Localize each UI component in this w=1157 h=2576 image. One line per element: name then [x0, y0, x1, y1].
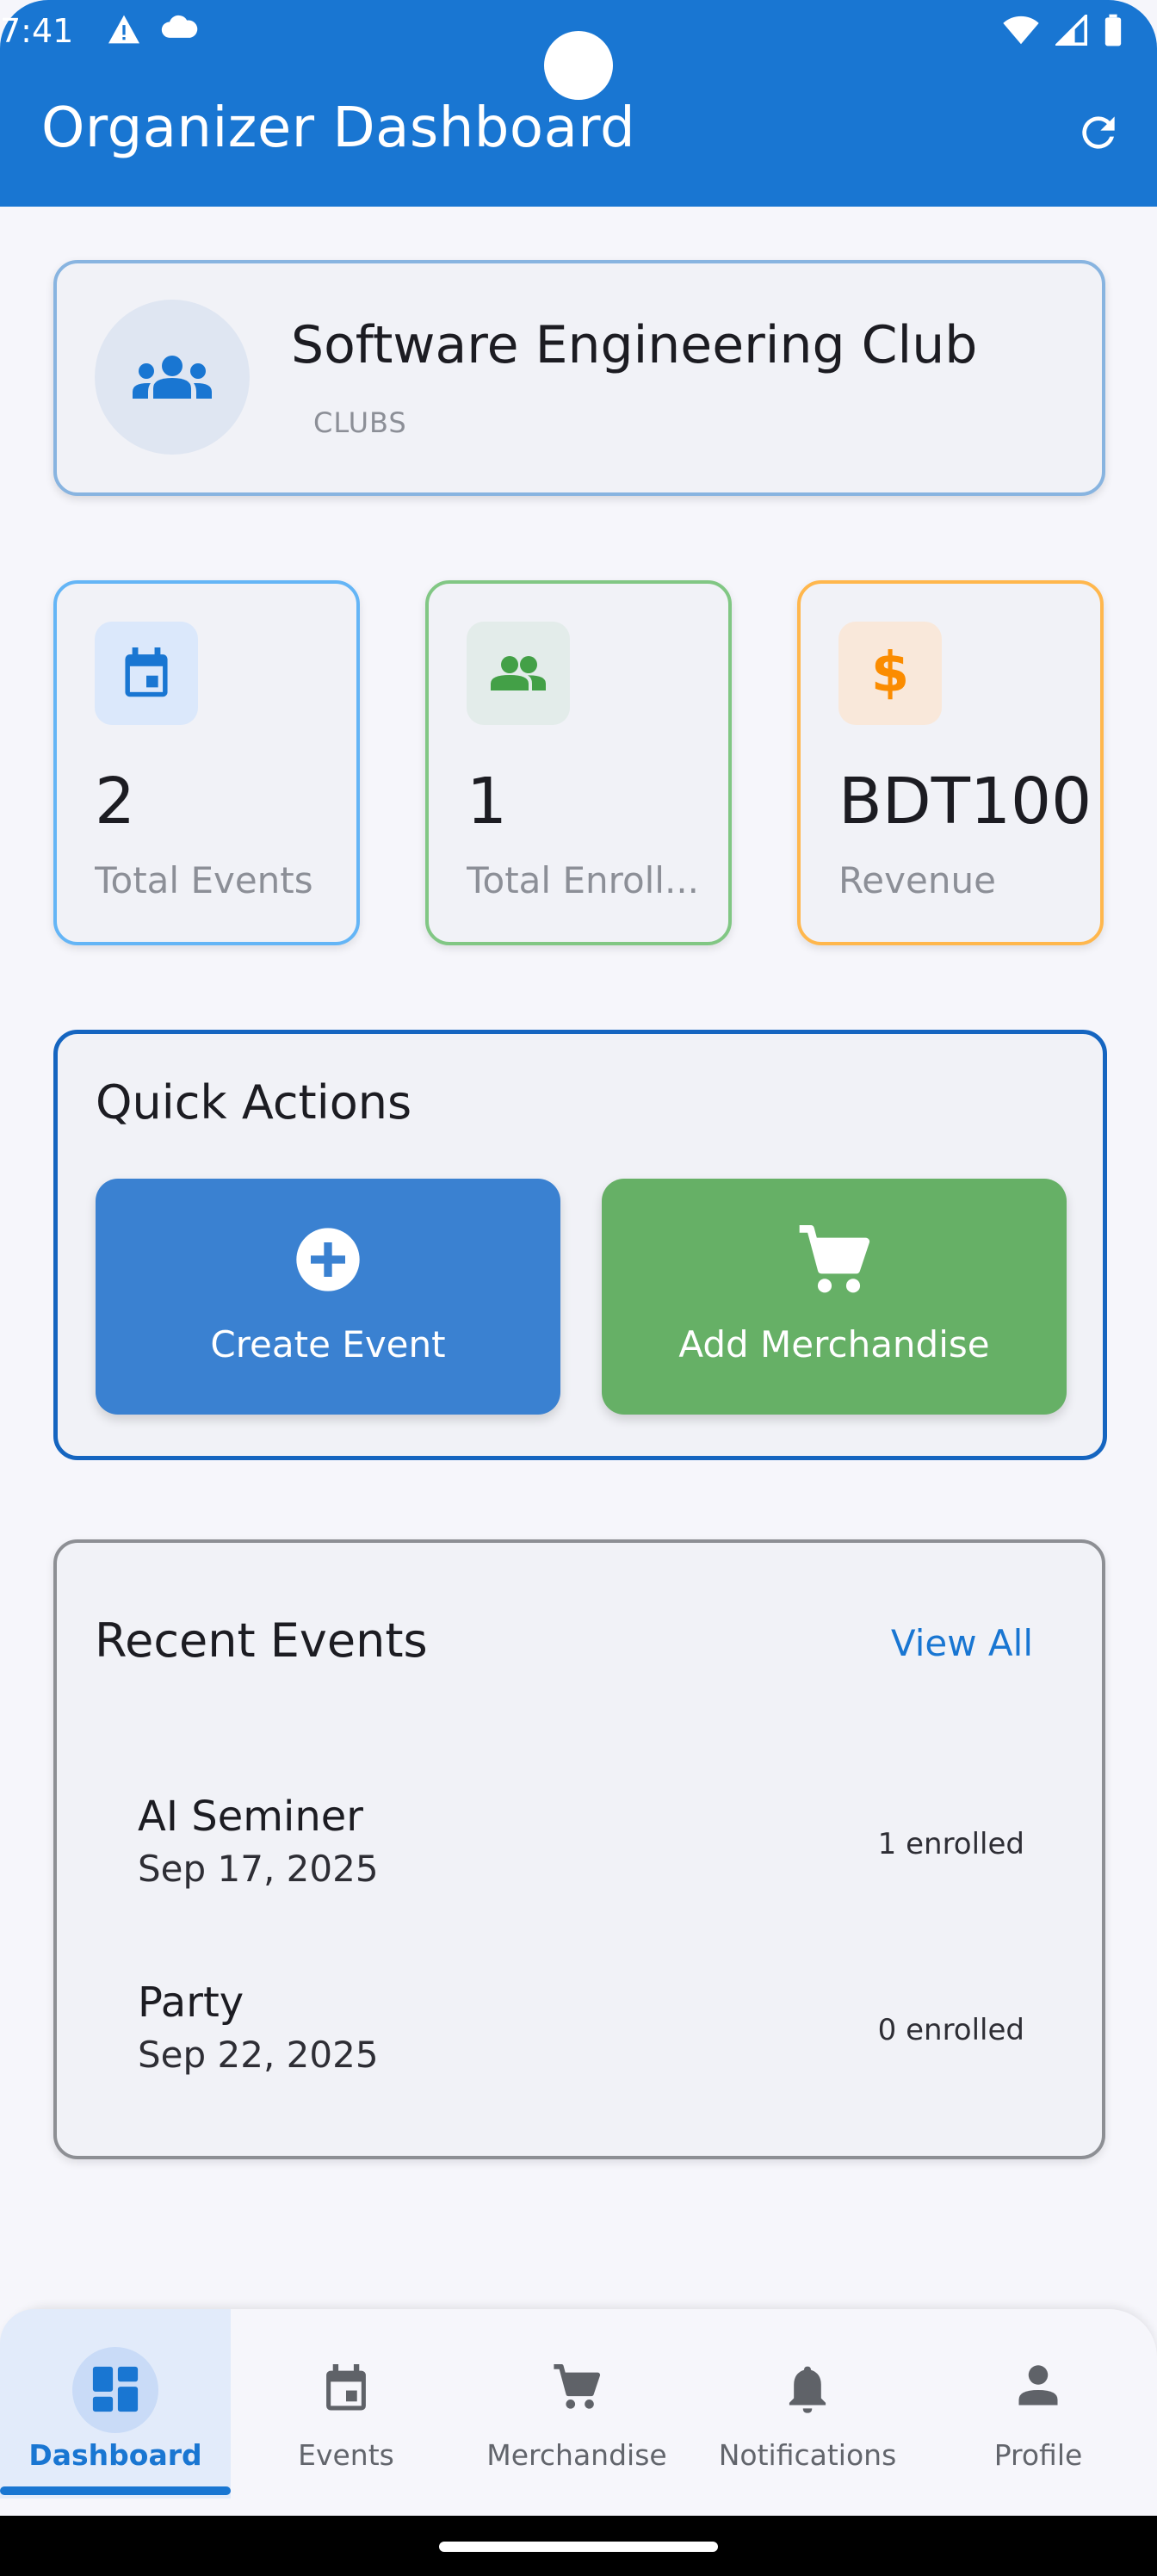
- people-icon: [491, 656, 546, 690]
- nav-icon-wrap: [461, 2364, 692, 2411]
- nav-label: Notifications: [718, 2438, 897, 2472]
- gesture-handle[interactable]: [439, 2542, 718, 2552]
- nav-item-events[interactable]: Events: [231, 2309, 461, 2499]
- dollar-icon: $: [870, 641, 910, 705]
- recent-events-title: Recent Events: [95, 1613, 428, 1668]
- stat-card-revenue: $ BDT100 Revenue: [797, 580, 1104, 945]
- qa-icon-wrap: [602, 1225, 1067, 1296]
- cloud-icon: [161, 15, 198, 38]
- status-time: 7:41: [0, 12, 74, 50]
- event-name: Party: [138, 1978, 244, 2027]
- recent-events-card: Recent Events View All AI Seminer Sep 17…: [53, 1539, 1105, 2159]
- nav-icon-wrap: [231, 2364, 461, 2412]
- view-all-link[interactable]: View All: [891, 1622, 1033, 1664]
- nav-active-underline: [0, 2486, 231, 2495]
- refresh-button[interactable]: [1071, 105, 1126, 160]
- cart-icon: [799, 1225, 870, 1293]
- stat-card-total-enrollments: 1 Total Enroll...: [425, 580, 732, 945]
- app-bar: 7:41 Organizer Dashboard: [0, 0, 1157, 207]
- battery-icon: [1104, 14, 1122, 46]
- dashboard-icon: [92, 2366, 139, 2412]
- groups-icon: [133, 356, 212, 399]
- event-name: AI Seminer: [138, 1793, 364, 1841]
- event-row[interactable]: Party Sep 22, 2025 0 enrolled: [138, 1978, 1059, 2090]
- nav-label: Events: [298, 2438, 394, 2472]
- stat-card-total-events: 2 Total Events: [53, 580, 360, 945]
- nav-item-profile[interactable]: Profile: [923, 2309, 1154, 2499]
- event-enrolled-count: 0 enrolled: [877, 2013, 1024, 2047]
- create-event-button[interactable]: Create Event: [96, 1179, 560, 1415]
- qa-icon-wrap: [96, 1225, 560, 1294]
- stat-label: Revenue: [838, 859, 996, 901]
- nav-label: Profile: [993, 2438, 1083, 2472]
- stat-value: 1: [467, 765, 508, 839]
- calendar-icon: [125, 647, 168, 697]
- stat-value: BDT100: [838, 765, 1092, 839]
- stat-icon-box: [95, 622, 198, 725]
- create-event-label: Create Event: [210, 1323, 446, 1365]
- add-circle-icon: [296, 1228, 360, 1291]
- bell-icon: [789, 2366, 826, 2413]
- stat-label: Total Events: [95, 859, 313, 901]
- stat-icon-box: [467, 622, 570, 725]
- status-left-icons: [107, 14, 198, 45]
- event-row[interactable]: AI Seminer Sep 17, 2025 1 enrolled: [138, 1793, 1059, 1904]
- cart-icon: [554, 2364, 601, 2409]
- quick-actions-card: Quick Actions Create Event Add Merchandi…: [53, 1030, 1107, 1460]
- nav-label: Merchandise: [486, 2438, 667, 2472]
- club-avatar: [95, 300, 250, 455]
- wifi-icon: [1003, 15, 1039, 45]
- club-category: CLUBS: [313, 406, 407, 439]
- stat-label: Total Enroll...: [467, 859, 700, 901]
- club-name: Software Engineering Club: [291, 315, 978, 375]
- nav-icon-wrap: [0, 2364, 231, 2414]
- nav-item-notifications[interactable]: Notifications: [692, 2309, 923, 2499]
- status-right-icons: [1002, 14, 1123, 46]
- stat-value: 2: [95, 765, 136, 839]
- add-merchandise-label: Add Merchandise: [678, 1323, 990, 1365]
- club-card: Software Engineering Club CLUBS: [53, 260, 1105, 496]
- nav-item-dashboard[interactable]: Dashboard: [0, 2309, 231, 2499]
- refresh-icon: [1082, 116, 1115, 149]
- quick-actions-title: Quick Actions: [96, 1075, 412, 1130]
- warning-icon: [108, 15, 139, 44]
- nav-item-merchandise[interactable]: Merchandise: [461, 2309, 692, 2499]
- nav-icon-wrap: [692, 2364, 923, 2414]
- bottom-navigation: Dashboard Events Merchandise Notificatio…: [0, 2309, 1157, 2516]
- event-enrolled-count: 1 enrolled: [877, 1827, 1024, 1861]
- nav-icon-wrap: [923, 2364, 1154, 2407]
- signal-icon: [1055, 15, 1087, 46]
- event-date: Sep 17, 2025: [138, 1848, 379, 1890]
- event-date: Sep 22, 2025: [138, 2034, 379, 2076]
- nav-label: Dashboard: [28, 2438, 202, 2472]
- stat-icon-box: $: [838, 622, 942, 725]
- calendar-icon: [326, 2364, 366, 2411]
- person-icon: [1018, 2365, 1058, 2406]
- camera-cutout: [544, 31, 613, 100]
- add-merchandise-button[interactable]: Add Merchandise: [602, 1179, 1067, 1415]
- page-title: Organizer Dashboard: [41, 96, 636, 160]
